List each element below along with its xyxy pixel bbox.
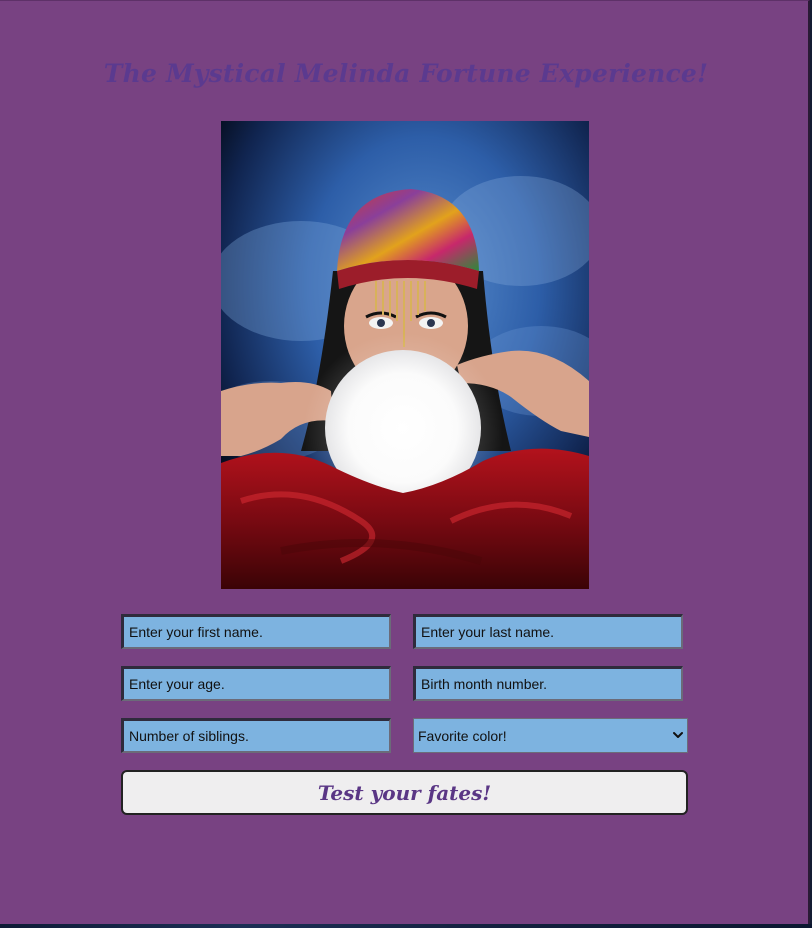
page-background: The Mystical Melinda Fortune Experience! [0,0,810,925]
favorite-color-select[interactable]: Favorite color! [413,718,688,753]
first-name-input[interactable] [121,614,391,649]
last-name-input[interactable] [413,614,683,649]
chevron-down-icon [673,732,683,738]
birth-month-input[interactable] [413,666,683,701]
age-input[interactable] [121,666,391,701]
test-your-fates-button[interactable]: Test your fates! [121,770,688,815]
favorite-color-selected-value: Favorite color! [418,728,507,744]
page-title: The Mystical Melinda Fortune Experience! [103,59,709,88]
fortune-teller-image [221,121,589,589]
taskbar-edge [0,924,812,928]
siblings-input[interactable] [121,718,391,753]
